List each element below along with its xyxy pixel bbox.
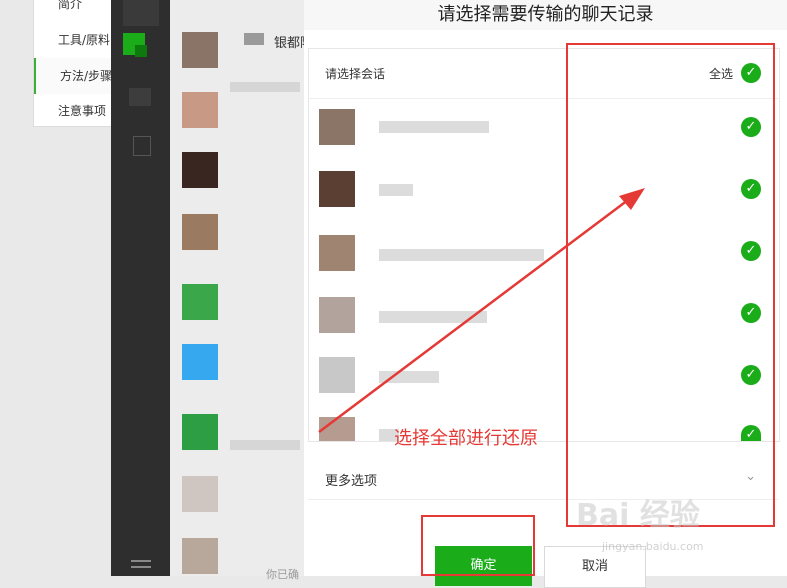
annotation-text: 选择全部进行还原 bbox=[394, 428, 538, 449]
baidu-watermark: Bai 经验 bbox=[576, 498, 700, 533]
baidu-watermark-url: jingyan.baidu.com bbox=[602, 540, 704, 553]
